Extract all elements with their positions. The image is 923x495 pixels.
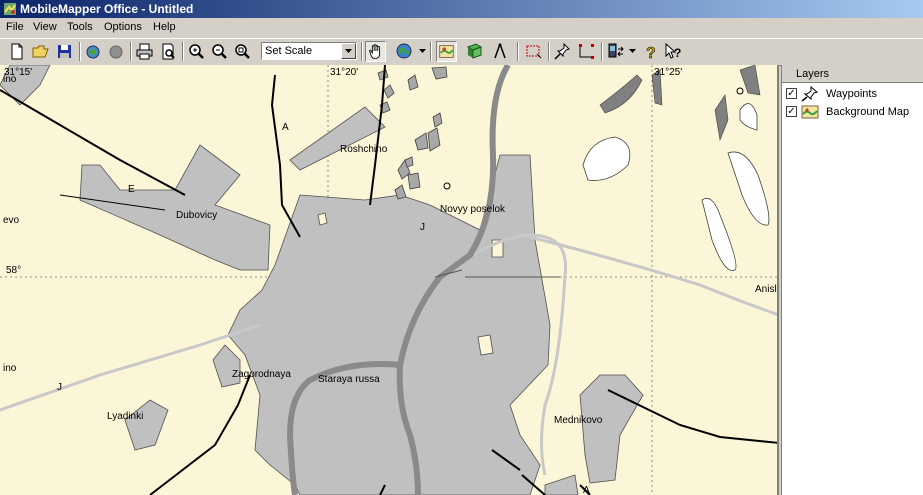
zoom-extents-button[interactable] bbox=[232, 41, 253, 62]
new-file-button[interactable] bbox=[6, 41, 27, 62]
urban-area-dubovicy bbox=[79, 144, 271, 271]
hand-pan-icon bbox=[369, 44, 381, 59]
urban-area-lyadinki bbox=[124, 399, 169, 451]
export-button[interactable] bbox=[106, 41, 127, 62]
place-label-dubovicy: Dubovicy bbox=[176, 210, 218, 221]
urban-area-zagorodnaya bbox=[212, 344, 241, 388]
book-icon bbox=[466, 43, 483, 59]
coord-label-58: 58° bbox=[6, 265, 22, 276]
road-label-j-center: J bbox=[420, 222, 425, 233]
globe-icon bbox=[396, 43, 412, 59]
layers-panel-title: Layers bbox=[796, 68, 830, 80]
help-button[interactable]: ? bbox=[640, 41, 661, 62]
transfer-dropdown-icon[interactable] bbox=[629, 49, 636, 54]
printer-icon bbox=[136, 43, 153, 60]
measure-button[interactable] bbox=[490, 41, 511, 62]
app-icon bbox=[4, 3, 16, 15]
print-preview-button[interactable] bbox=[158, 41, 179, 62]
gps-transfer-icon bbox=[608, 43, 624, 58]
zoom-in-icon bbox=[189, 44, 204, 59]
open-folder-icon bbox=[32, 45, 49, 58]
place-label-lyadinki: Lyadinki bbox=[107, 411, 144, 422]
title-bar: MobileMapper Office - Untitled bbox=[0, 0, 923, 18]
place-label-mednikovo: Mednikovo bbox=[554, 415, 603, 426]
road-label-a-south: A bbox=[583, 485, 590, 495]
place-label-zagorodnaya: Zagorodnaya bbox=[232, 369, 291, 380]
layer-waypoints-label: Waypoints bbox=[826, 88, 877, 100]
menu-help[interactable]: Help bbox=[153, 21, 176, 33]
svg-text:?: ? bbox=[674, 46, 681, 60]
place-label-roshchino: Roshchino bbox=[340, 144, 388, 155]
layer-background-map-label: Background Map bbox=[826, 106, 910, 118]
chevron-down-icon bbox=[345, 49, 352, 53]
edge-label-east: Anisl bbox=[755, 284, 777, 295]
pan-button[interactable] bbox=[365, 41, 386, 62]
world-view-dropdown-icon[interactable] bbox=[419, 49, 426, 54]
layer-background-map-checkbox[interactable]: ✓ bbox=[786, 106, 797, 117]
edge-label-west-middle: evo bbox=[3, 215, 20, 226]
layer-waypoints-checkbox[interactable]: ✓ bbox=[786, 88, 797, 99]
world-view-button[interactable] bbox=[394, 41, 415, 62]
edge-label-west-bottom: ino bbox=[3, 363, 17, 374]
map-view[interactable]: 31°15' 31°20' 31°25' 58° ino ino Anisl e… bbox=[0, 65, 779, 495]
zoom-out-icon bbox=[212, 44, 227, 59]
compass-divider-icon bbox=[494, 43, 506, 59]
zoom-in-button[interactable] bbox=[186, 41, 207, 62]
print-button[interactable] bbox=[134, 41, 155, 62]
import-button[interactable] bbox=[83, 41, 104, 62]
lakes bbox=[582, 103, 770, 272]
new-file-icon bbox=[11, 43, 23, 60]
pushpin-icon bbox=[554, 42, 570, 60]
map-icon bbox=[439, 45, 454, 58]
whats-this-help-icon: ? bbox=[665, 42, 681, 60]
print-preview-icon bbox=[162, 43, 175, 60]
context-help-button[interactable]: ? bbox=[663, 41, 684, 62]
layers-panel: Layers ✓ Waypoints ✓ Background Map bbox=[781, 65, 923, 495]
road-label-j-west: J bbox=[57, 382, 62, 393]
layers-panel-header: Layers bbox=[782, 65, 923, 83]
coord-label-31-20: 31°20' bbox=[330, 67, 359, 78]
svg-text:?: ? bbox=[646, 45, 656, 62]
place-label-staraya-russa: Staraya russa bbox=[318, 374, 380, 385]
floppy-disk-icon bbox=[58, 45, 71, 58]
menu-file[interactable]: File bbox=[6, 21, 24, 33]
zoom-out-button[interactable] bbox=[209, 41, 230, 62]
road-label-e: E bbox=[128, 184, 135, 195]
add-waypoint-button[interactable] bbox=[552, 41, 573, 62]
road-label-a-north: A bbox=[282, 122, 289, 133]
help-question-icon: ? bbox=[646, 45, 656, 62]
open-file-button[interactable] bbox=[30, 41, 51, 62]
scale-select-value: Set Scale bbox=[265, 45, 313, 57]
layer-row-background-map[interactable]: ✓ Background Map bbox=[786, 104, 922, 120]
pushpin-icon bbox=[801, 86, 819, 102]
place-label-novyy-poselok: Novyy poselok bbox=[440, 204, 506, 215]
save-button[interactable] bbox=[54, 41, 75, 62]
map-icon bbox=[801, 105, 819, 119]
toolbar: Set Scale ? ? bbox=[0, 38, 923, 66]
layers-book-button[interactable] bbox=[464, 41, 485, 62]
transfer-button[interactable] bbox=[605, 41, 626, 62]
scale-select[interactable]: Set Scale bbox=[261, 42, 357, 60]
layer-row-waypoints[interactable]: ✓ Waypoints bbox=[786, 86, 922, 102]
map-canvas[interactable] bbox=[0, 65, 779, 495]
select-area-button[interactable] bbox=[523, 41, 544, 62]
route-icon bbox=[579, 44, 594, 59]
edge-label-west-top: ino bbox=[3, 74, 17, 85]
add-route-button[interactable] bbox=[576, 41, 597, 62]
menu-bar: File View Tools Options Help bbox=[0, 18, 923, 37]
globe-import-icon bbox=[86, 45, 100, 59]
globe-export-icon bbox=[109, 45, 123, 59]
window-title: MobileMapper Office - Untitled bbox=[20, 2, 194, 16]
menu-view[interactable]: View bbox=[33, 21, 57, 33]
scale-select-dropdown-button[interactable] bbox=[341, 43, 356, 59]
urban-area-roshchino bbox=[289, 106, 386, 171]
menu-tools[interactable]: Tools bbox=[67, 21, 93, 33]
background-map-button[interactable] bbox=[436, 41, 457, 62]
coord-label-31-25: 31°25' bbox=[654, 67, 683, 78]
zoom-extents-icon bbox=[235, 44, 250, 59]
urban-areas bbox=[0, 65, 644, 495]
selection-rectangle-icon bbox=[526, 45, 542, 59]
menu-options[interactable]: Options bbox=[104, 21, 142, 33]
